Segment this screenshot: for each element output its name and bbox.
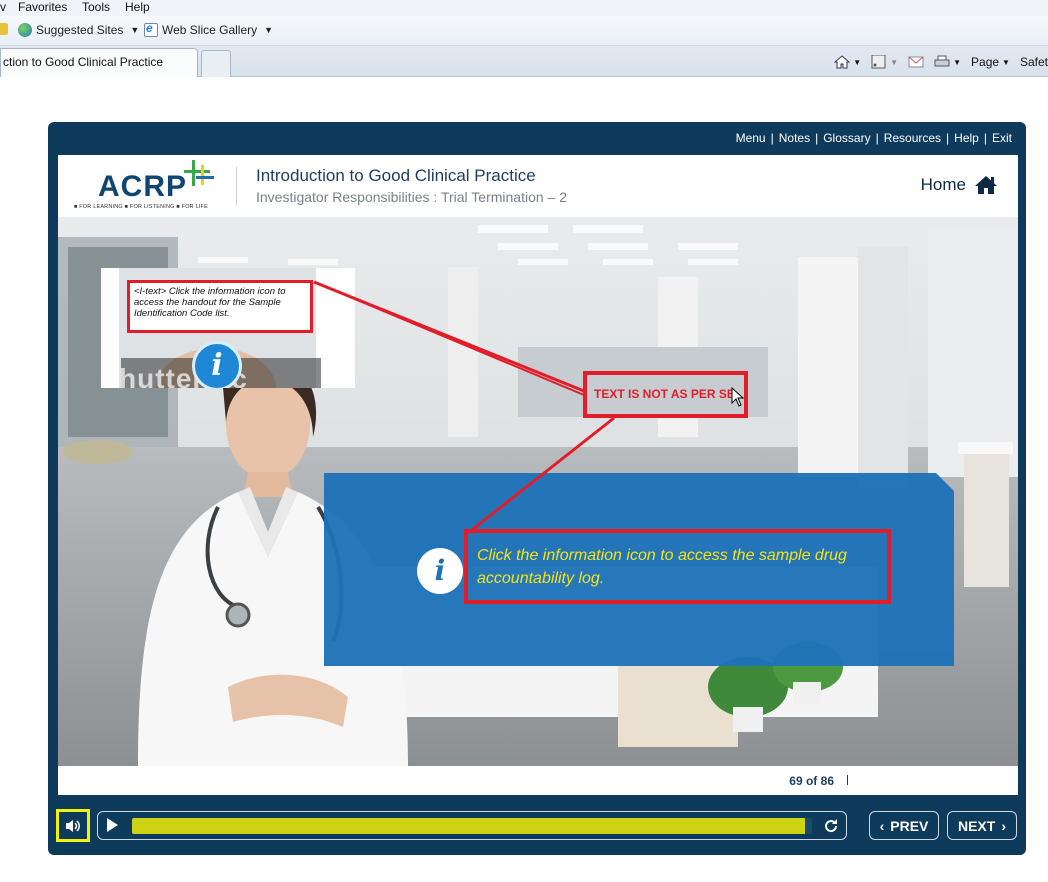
safety-menu-label: Safet bbox=[1019, 55, 1048, 69]
player-top-nav: Menu | Notes | Glossary | Resources | Help | … bbox=[735, 131, 1012, 145]
safety-menu[interactable]: Safet bbox=[1020, 55, 1048, 69]
page-counter: 69 of 86 bbox=[789, 774, 834, 788]
review-comment-text: TEXT IS NOT AS PER SB bbox=[594, 387, 736, 401]
page-menu[interactable]: Page ▼ bbox=[971, 55, 1010, 69]
menu-help[interactable]: Help bbox=[125, 0, 150, 15]
add-favorite-icon[interactable] bbox=[0, 23, 8, 35]
browser-tab-active[interactable]: ction to Good Clinical Practice bbox=[0, 48, 198, 77]
progress-fill bbox=[132, 818, 806, 834]
rss-icon bbox=[871, 55, 886, 69]
info-icon[interactable]: i bbox=[417, 548, 463, 594]
slide-footer: 69 of 86 bbox=[58, 766, 1018, 795]
next-button[interactable]: NEXT › bbox=[947, 811, 1017, 840]
read-mail-button[interactable] bbox=[908, 55, 924, 69]
review-highlight-box bbox=[464, 529, 891, 604]
home-button[interactable]: ▼ bbox=[834, 55, 861, 69]
feeds-button[interactable]: ▼ bbox=[871, 55, 898, 69]
mouse-cursor-icon bbox=[731, 387, 745, 407]
new-tab-button[interactable] bbox=[201, 50, 231, 77]
course-header: ACRP ■ FOR LEARNING ■ FOR LISTENING ■ FO… bbox=[58, 155, 1018, 217]
favorite-label: Web Slice Gallery bbox=[162, 23, 258, 37]
home-icon bbox=[834, 55, 851, 69]
progress-bar[interactable] bbox=[132, 818, 812, 834]
play-icon[interactable] bbox=[107, 818, 118, 832]
home-icon bbox=[975, 176, 997, 194]
thumbnail-info-icon: i bbox=[192, 341, 242, 388]
speaker-icon bbox=[66, 819, 80, 832]
pager-divider bbox=[847, 775, 848, 785]
nav-glossary-link[interactable]: Glossary bbox=[823, 131, 870, 145]
page-menu-label: Page bbox=[971, 55, 1000, 69]
nav-menu-link[interactable]: Menu bbox=[736, 131, 766, 145]
course-title: Introduction to Good Clinical Practice bbox=[256, 166, 536, 185]
replay-icon[interactable] bbox=[822, 817, 840, 835]
chevron-right-icon: › bbox=[1001, 817, 1006, 834]
nav-notes-link[interactable]: Notes bbox=[779, 131, 810, 145]
home-button[interactable]: Home bbox=[921, 175, 998, 195]
printer-icon bbox=[934, 55, 950, 67]
logo-wordmark: ACRP bbox=[98, 170, 188, 203]
nav-resources-link[interactable]: Resources bbox=[884, 131, 941, 145]
favorite-suggested-sites[interactable]: Suggested Sites ▼ bbox=[18, 23, 139, 37]
slide-canvas: <I-text> Click the information icon to a… bbox=[58, 217, 1018, 766]
reference-thumbnail: <I-text> Click the information icon to a… bbox=[101, 268, 355, 388]
menu-favorites[interactable]: Favorites bbox=[18, 0, 67, 15]
header-divider bbox=[236, 167, 237, 205]
slide-subtitle: Investigator Responsibilities : Trial Te… bbox=[256, 189, 568, 205]
favorite-web-slice-gallery[interactable]: e Web Slice Gallery ▼ bbox=[144, 21, 274, 37]
logo-cross-icon bbox=[184, 160, 214, 186]
menu-view-fragment[interactable]: v bbox=[0, 0, 6, 15]
next-label: NEXT bbox=[957, 817, 996, 834]
prev-button[interactable]: ‹ PREV bbox=[869, 811, 939, 840]
nav-exit-link[interactable]: Exit bbox=[992, 131, 1012, 145]
print-button[interactable]: ▼ bbox=[934, 55, 961, 69]
ie-page-icon: e bbox=[144, 21, 158, 37]
favorite-label: Suggested Sites bbox=[36, 23, 124, 37]
playback-controls bbox=[97, 811, 847, 840]
chevron-down-icon: ▼ bbox=[130, 25, 140, 35]
audio-button[interactable] bbox=[56, 809, 90, 842]
logo-tagline: ■ FOR LEARNING ■ FOR LISTENING ■ FOR LIF… bbox=[74, 204, 208, 210]
thumbnail-note-text: <I-text> Click the information icon to a… bbox=[127, 280, 313, 333]
prev-label: PREV bbox=[890, 817, 929, 834]
mail-icon bbox=[908, 56, 924, 68]
favorites-bar: Suggested Sites ▼ e Web Slice Gallery ▼ bbox=[0, 16, 1048, 46]
course-player: Menu | Notes | Glossary | Resources | Help | … bbox=[48, 122, 1026, 855]
browser-menu-bar: v Favorites Tools Help bbox=[0, 0, 1048, 16]
acrp-logo: ACRP ■ FOR LEARNING ■ FOR LISTENING ■ FO… bbox=[74, 160, 224, 212]
command-bar: ▼ ▼ ▼ Page ▼ Safet bbox=[824, 52, 1048, 72]
browser-tab-bar: ction to Good Clinical Practice ▼ ▼ ▼ Pa… bbox=[0, 46, 1048, 77]
home-label: Home bbox=[920, 175, 966, 194]
chevron-left-icon: ‹ bbox=[879, 817, 885, 834]
nav-help-link[interactable]: Help bbox=[954, 131, 979, 145]
chevron-down-icon: ▼ bbox=[264, 25, 274, 35]
menu-tools[interactable]: Tools bbox=[82, 0, 110, 15]
globe-icon bbox=[18, 23, 32, 37]
